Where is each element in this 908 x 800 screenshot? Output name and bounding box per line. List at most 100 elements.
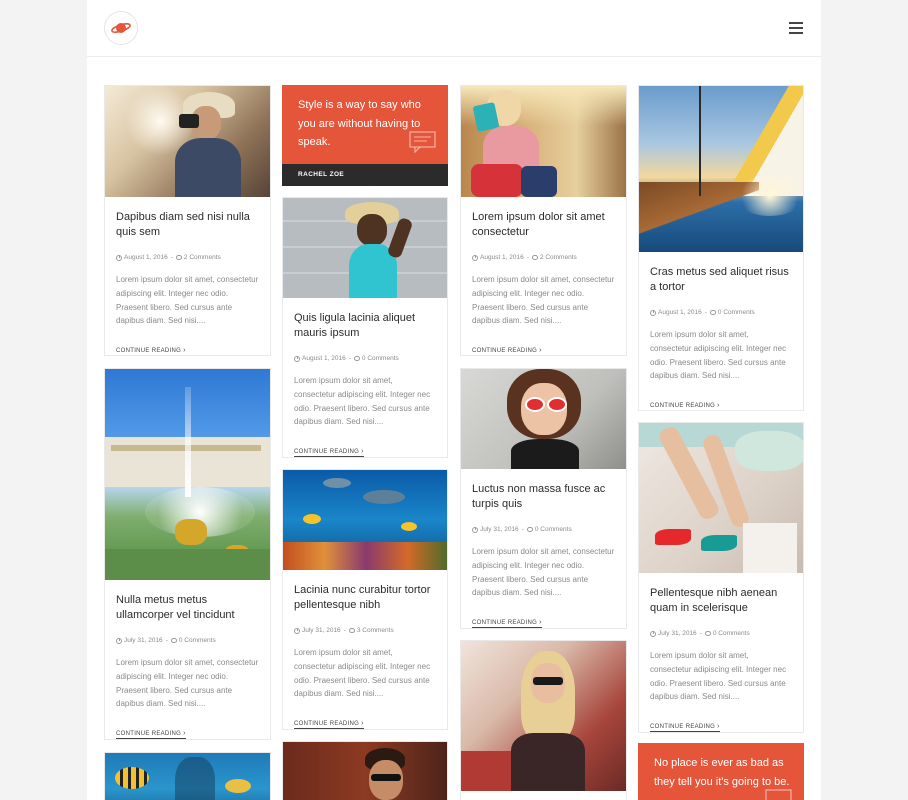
comment-icon xyxy=(709,310,716,315)
clock-icon xyxy=(294,627,300,634)
post-excerpt: Lorem ipsum dolor sit amet, consectetur … xyxy=(116,275,259,326)
post-excerpt: Lorem ipsum dolor sit amet, consectetur … xyxy=(472,275,615,326)
post-card: Nulla metus metus ullamcorper vel tincid… xyxy=(104,368,271,740)
post-image[interactable] xyxy=(283,198,447,298)
post-image[interactable] xyxy=(283,470,447,570)
quote-author-bar: RACHEL ZOE xyxy=(282,164,448,186)
post-image[interactable] xyxy=(461,641,626,791)
quote-bubble-icon xyxy=(409,131,436,153)
clock-icon xyxy=(650,630,656,637)
continue-reading-link[interactable]: CONTINUE READING › xyxy=(116,730,186,739)
continue-reading-label: CONTINUE READING xyxy=(472,620,538,627)
quote-card: Style is a way to say who you are withou… xyxy=(282,85,448,186)
post-image[interactable] xyxy=(283,742,447,800)
continue-reading-link[interactable]: CONTINUE READING › xyxy=(294,448,364,457)
post-comments-link[interactable]: 0 Comments xyxy=(535,525,572,534)
post-date: August 1, 2016 xyxy=(658,309,702,316)
post-title[interactable]: Quis ligula lacinia aliquet mauris ipsum xyxy=(294,311,436,341)
continue-reading-label: CONTINUE READING xyxy=(116,348,182,355)
continue-reading-link[interactable]: CONTINUE READING › xyxy=(472,347,542,355)
continue-reading-label: CONTINUE READING xyxy=(650,403,716,410)
post-comments-link[interactable]: 0 Comments xyxy=(362,354,399,363)
clock-icon xyxy=(650,309,656,316)
post-comments-link[interactable]: 2 Comments xyxy=(540,253,577,262)
page: Dapibus diam sed nisi nulla quis sem Aug… xyxy=(87,0,821,800)
continue-reading-link[interactable]: CONTINUE READING › xyxy=(294,720,364,729)
chevron-right-icon: › xyxy=(539,619,542,627)
post-meta: August 1, 2016-0 Comments xyxy=(294,354,436,363)
clock-icon xyxy=(472,526,478,533)
post-card xyxy=(282,741,448,800)
continue-reading-link[interactable]: CONTINUE READING › xyxy=(472,619,542,628)
continue-reading-link[interactable]: CONTINUE READING › xyxy=(650,402,720,410)
post-comments-link[interactable]: 2 Comments xyxy=(184,253,221,262)
post-image[interactable] xyxy=(639,423,803,573)
post-title[interactable]: Dapibus diam sed nisi nulla quis sem xyxy=(116,210,259,240)
comment-icon xyxy=(531,255,538,260)
site-logo[interactable] xyxy=(104,11,138,45)
post-card: Dapibus diam sed nisi nulla quis sem Aug… xyxy=(104,85,271,356)
comment-icon xyxy=(348,628,355,633)
post-title[interactable]: Lacinia nunc curabitur tortor pellentesq… xyxy=(294,583,436,613)
continue-reading-link[interactable]: CONTINUE READING › xyxy=(116,347,186,355)
post-comments-link[interactable]: 0 Comments xyxy=(713,629,750,638)
post-comments-link[interactable]: 0 Comments xyxy=(718,308,755,317)
post-meta: July 31, 2016-0 Comments xyxy=(472,525,615,534)
post-meta: August 1, 2016-2 Comments xyxy=(116,253,259,262)
post-meta: July 31, 2016-0 Comments xyxy=(650,629,792,638)
post-title[interactable]: Luctus non massa fusce ac turpis quis xyxy=(472,482,615,512)
chevron-right-icon: › xyxy=(183,347,186,355)
post-card: Quis ligula lacinia aliquet mauris ipsum… xyxy=(282,197,448,458)
post-comments-link[interactable]: 0 Comments xyxy=(179,636,216,645)
post-comments-link[interactable]: 3 Comments xyxy=(357,626,394,635)
post-card: Lorem ipsum dolor sit amet consectetur A… xyxy=(460,85,627,356)
post-excerpt: Lorem ipsum dolor sit amet, consectetur … xyxy=(650,330,787,381)
clock-icon xyxy=(294,355,300,362)
chevron-right-icon: › xyxy=(717,723,720,731)
post-card: Luctus non massa fusce ac turpis quis Ju… xyxy=(460,368,627,629)
chevron-right-icon: › xyxy=(183,730,186,738)
post-meta: July 31, 2016-0 Comments xyxy=(116,636,259,645)
post-date: July 31, 2016 xyxy=(480,526,519,533)
post-excerpt: Lorem ipsum dolor sit amet, consectetur … xyxy=(294,648,431,699)
quote-card: No place is ever as bad as they tell you… xyxy=(638,743,804,800)
post-date: July 31, 2016 xyxy=(658,630,697,637)
post-meta: July 31, 2016-3 Comments xyxy=(294,626,436,635)
planet-icon xyxy=(111,22,131,34)
site-header xyxy=(87,0,821,57)
post-meta: August 1, 2016-0 Comments xyxy=(650,308,792,317)
post-image[interactable] xyxy=(639,86,803,252)
continue-reading-label: CONTINUE READING xyxy=(294,721,360,728)
post-title[interactable]: Pellentesque nibh aenean quam in sceleri… xyxy=(650,586,792,616)
clock-icon xyxy=(116,637,122,644)
post-title[interactable]: Cras metus sed aliquet risus a tortor xyxy=(650,265,792,295)
comment-icon xyxy=(526,527,533,532)
post-meta: August 1, 2016-2 Comments xyxy=(472,253,615,262)
post-date: August 1, 2016 xyxy=(480,254,524,261)
post-date: July 31, 2016 xyxy=(302,627,341,634)
post-image[interactable] xyxy=(105,753,270,800)
post-excerpt: Lorem ipsum dolor sit amet, consectetur … xyxy=(472,547,615,598)
continue-reading-label: CONTINUE READING xyxy=(294,449,360,456)
quote-author: RACHEL ZOE xyxy=(298,171,345,178)
post-image[interactable] xyxy=(461,86,626,197)
post-excerpt: Lorem ipsum dolor sit amet, consectetur … xyxy=(294,376,431,427)
hamburger-menu-icon[interactable] xyxy=(789,22,803,34)
post-card xyxy=(460,640,627,800)
chevron-right-icon: › xyxy=(717,402,720,410)
post-title[interactable]: Lorem ipsum dolor sit amet consectetur xyxy=(472,210,615,240)
post-card: Pellentesque nibh aenean quam in sceleri… xyxy=(638,422,804,733)
post-card xyxy=(104,752,271,800)
post-image[interactable] xyxy=(105,86,270,197)
continue-reading-link[interactable]: CONTINUE READING › xyxy=(650,723,720,732)
post-image[interactable] xyxy=(461,369,626,469)
clock-icon xyxy=(116,254,122,261)
post-image[interactable] xyxy=(105,369,270,580)
continue-reading-label: CONTINUE READING xyxy=(650,724,716,731)
post-card: Cras metus sed aliquet risus a tortor Au… xyxy=(638,85,804,411)
post-title[interactable]: Nulla metus metus ullamcorper vel tincid… xyxy=(116,593,259,623)
comment-icon xyxy=(170,638,177,643)
continue-reading-label: CONTINUE READING xyxy=(116,731,182,738)
clock-icon xyxy=(472,254,478,261)
comment-icon xyxy=(704,631,711,636)
